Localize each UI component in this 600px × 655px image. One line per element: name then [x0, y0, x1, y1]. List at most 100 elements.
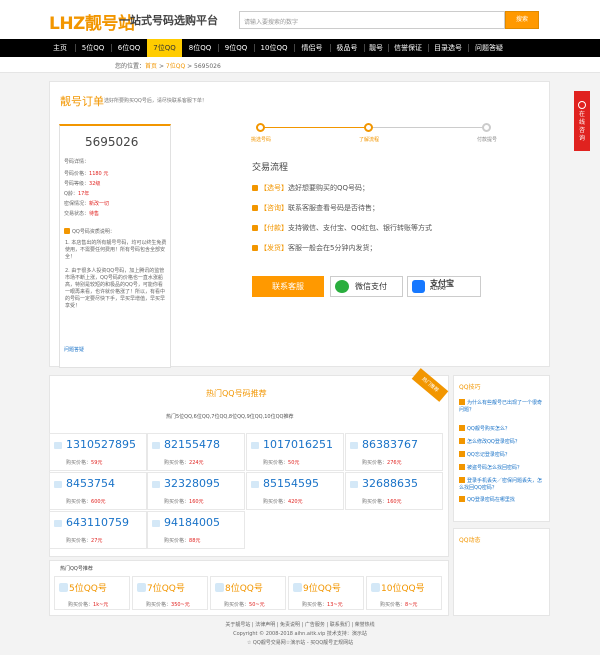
category-price: 购买价格：8~元	[380, 602, 418, 608]
hot-number-card[interactable]: 1017016251 购买价格：50元	[246, 433, 344, 471]
hot-number[interactable]: 86383767	[362, 438, 418, 451]
hot-number[interactable]: 94184005	[164, 516, 220, 529]
tip-link[interactable]: 被盗号码怎么找回密码？	[459, 464, 545, 472]
category-card[interactable]: 5位QQ号购买价格：1k~元	[54, 576, 130, 610]
breadcrumb-home[interactable]: 首页	[145, 63, 157, 70]
footer-copyright: Copyright © 2008-2018 aihn.aitk.vip 技术支持…	[233, 631, 367, 637]
category-name[interactable]: 8位QQ号	[225, 581, 263, 594]
qq-icon	[54, 520, 62, 527]
category-price: 购买价格：1k~元	[68, 602, 109, 608]
nav-item-premium[interactable]: 极品号	[331, 39, 363, 57]
breadcrumb-prefix: 您的位置：	[115, 63, 146, 70]
order-subtitle: 选好所要购买QQ号后，请尽快联系客服下单！	[104, 98, 207, 104]
contact-service-button[interactable]: 联系客服	[252, 276, 324, 297]
category-card[interactable]: 8位QQ号购买价格：50~元	[210, 576, 286, 610]
hot-number[interactable]: 32328095	[164, 477, 220, 490]
category-name[interactable]: 10位QQ号	[381, 581, 425, 594]
nav-item-6qq[interactable]: 6位QQ	[112, 39, 146, 57]
search-input[interactable]: 请输入要搜索的数字	[239, 11, 505, 29]
hot-number-card[interactable]: 86383767 购买价格：276元	[345, 433, 443, 471]
site-header: LHZ靓号站 一站式号码选购平台 请输入要搜索的数字 搜索	[0, 0, 600, 39]
detail-age: Q龄：17年	[64, 191, 90, 197]
step-label-1: 挑选号码	[250, 137, 271, 143]
steps-progress	[260, 127, 368, 128]
category-card[interactable]: 7位QQ号 购买价格：350~元	[132, 576, 208, 610]
nav-item-5qq[interactable]: 5位QQ	[76, 39, 110, 57]
hot-number-card[interactable]: 32328095 购买价格：160元	[147, 472, 245, 510]
search-button[interactable]: 搜索	[505, 11, 539, 29]
tip-link[interactable]: 怎么修改QQ登录密码？	[459, 438, 545, 446]
hot-number[interactable]: 32688635	[362, 477, 418, 490]
hot-number-card[interactable]: 1310527895 购买价格：59元	[49, 433, 147, 471]
hot-number-card[interactable]: 82155478 购买价格：224元	[147, 433, 245, 471]
breadcrumb-separator: >	[158, 63, 164, 70]
qq-icon	[59, 583, 68, 592]
category-price: 购买价格：50~元	[224, 602, 265, 608]
nav-item-credit[interactable]: 信誉保证	[389, 39, 427, 57]
nav-item-catalog[interactable]: 目录选号	[429, 39, 467, 57]
nav-item-home[interactable]: 主页	[46, 39, 74, 57]
footer-links[interactable]: 关于靓号站 | 法律声明 | 免责说明 | 广告服务 | 联系我们 | 荣誉热线	[0, 621, 600, 628]
hot-number-card[interactable]: 94184005 购买价格：88元	[147, 511, 245, 549]
qq-number: 5695026	[85, 135, 139, 149]
category-name[interactable]: 9位QQ号	[303, 581, 341, 594]
qq-icon	[54, 481, 62, 488]
nav-item-couple[interactable]: 情侣号	[295, 39, 329, 57]
hot-number-card[interactable]: 85154595 购买价格：420元	[246, 472, 344, 510]
qq-icon	[215, 583, 224, 592]
hot-price: 购买价格：600元	[66, 499, 106, 505]
online-consult-label: 在线咨询	[578, 111, 585, 142]
online-consult-button[interactable]: 在线咨询	[574, 91, 590, 151]
category-card[interactable]: 10位QQ号购买价格：8~元	[366, 576, 442, 610]
site-slogan: 一站式号码选购平台	[119, 14, 218, 27]
breadcrumb-separator: >	[187, 63, 193, 70]
dynamic-title: QQ动态	[459, 537, 481, 544]
tip-icon	[459, 464, 465, 470]
tip-link[interactable]: 登录手机丢失／密保问题丢失，怎么找回QQ密码？	[459, 477, 545, 492]
tip-link[interactable]: QQ忘记登录密码？	[459, 451, 545, 459]
nav-item-pretty[interactable]: 靓号	[365, 39, 387, 57]
flow-title: 交易流程	[252, 163, 289, 173]
order-title: 靓号订单	[60, 95, 104, 108]
tip-icon	[459, 425, 465, 431]
category-card[interactable]: 9位QQ号购买价格：13~元	[288, 576, 364, 610]
hot-number[interactable]: 85154595	[263, 477, 319, 490]
hot-number-card[interactable]: 643110759 购买价格：27元	[49, 511, 147, 549]
faq-link[interactable]: 问题答疑	[64, 346, 84, 353]
hot-number-card[interactable]: 32688635 购买价格：160元	[345, 472, 443, 510]
hot-price: 购买价格：224元	[164, 460, 204, 466]
qq-icon	[350, 481, 358, 488]
step-label-2: 了解流程	[358, 137, 379, 143]
qq-icon	[371, 583, 380, 592]
nav-item-10qq[interactable]: 10位QQ	[255, 39, 293, 57]
breadcrumb-category[interactable]: 7位QQ	[166, 63, 185, 70]
check-icon	[252, 245, 258, 251]
detail-header: 号码详情：	[64, 159, 90, 165]
breadcrumb: 您的位置：首页 > 7位QQ > 5695026	[115, 61, 221, 70]
nav-item-9qq[interactable]: 9位QQ	[219, 39, 253, 57]
category-name[interactable]: 5位QQ号	[69, 581, 107, 594]
flow-item-ship: 【发货】客服一般会在5分钟内发货；	[252, 243, 376, 253]
tip-link[interactable]: 为什么有些靓号已出现了一个很奇问题？	[459, 399, 545, 414]
qq-icon	[251, 481, 259, 488]
step-dot-1	[256, 123, 265, 132]
tip-link[interactable]: QQ登录密码在哪里找	[459, 496, 545, 504]
hot-number[interactable]: 8453754	[66, 477, 115, 490]
hot-price: 购买价格：420元	[263, 499, 303, 505]
tip-link[interactable]: QQ靓号购买怎么？	[459, 425, 545, 433]
footer-tagline: ☆ QQ靓号交易网☆演示站 - 买QQ靓号正规网站	[246, 640, 354, 646]
alipay-badge: 支付宝 ALIPAY	[407, 276, 481, 297]
nav-item-faq[interactable]: 问题答疑	[469, 39, 509, 57]
hot-price: 购买价格：276元	[362, 460, 402, 466]
nav-item-8qq[interactable]: 8位QQ	[183, 39, 217, 57]
hot-number[interactable]: 1310527895	[66, 438, 136, 451]
category-price: 购买价格：13~元	[302, 602, 343, 608]
nav-item-7qq[interactable]: 7位QQ	[147, 39, 182, 57]
hot-number[interactable]: 82155478	[164, 438, 220, 451]
alipay-icon	[412, 280, 425, 293]
flow-item-pay: 【付款】支持微信、支付宝、QQ红包、银行转账等方式	[252, 223, 432, 233]
hot-number[interactable]: 643110759	[66, 516, 129, 529]
hot-number[interactable]: 1017016251	[263, 438, 333, 451]
hot-number-card[interactable]: 8453754 购买价格：600元	[49, 472, 147, 510]
category-name[interactable]: 7位QQ号	[147, 581, 185, 594]
